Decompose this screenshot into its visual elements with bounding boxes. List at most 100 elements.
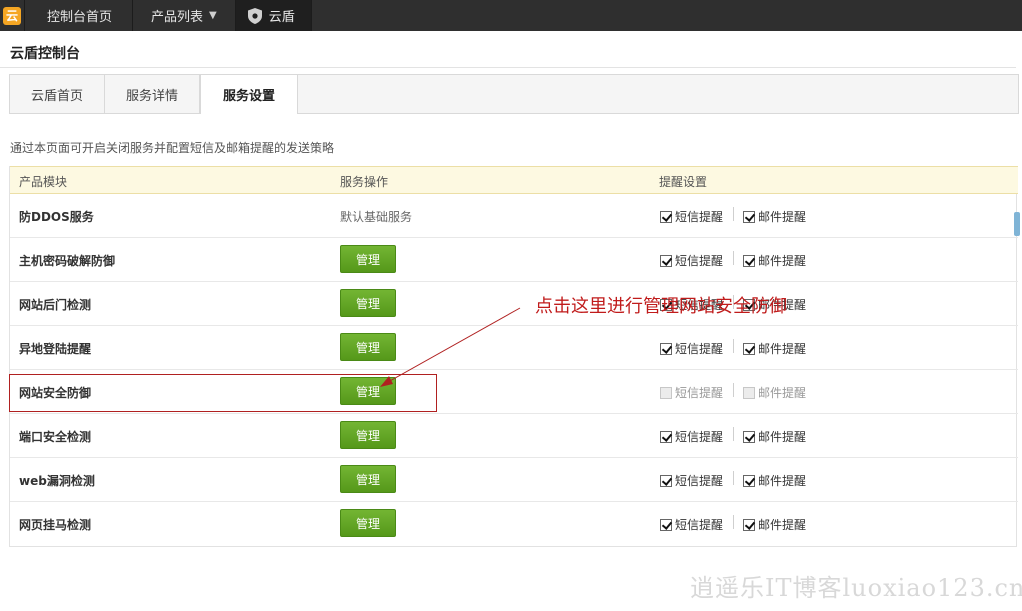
email-reminder-label: 邮件提醒 [758, 474, 807, 488]
divider [733, 251, 734, 265]
sms-reminder-checkbox[interactable]: 短信提醒 [660, 340, 723, 357]
header-service-operation: 服务操作 [340, 175, 389, 189]
tab-service-settings-label: 服务设置 [222, 89, 275, 104]
email-reminder-checkbox[interactable]: 邮件提醒 [743, 208, 806, 225]
divider [733, 207, 734, 221]
checkbox-checked-icon [743, 210, 755, 223]
row-product-name: 防DDOS服务 [19, 210, 94, 224]
email-reminder-checkbox[interactable]: 邮件提醒 [743, 384, 806, 401]
checkbox-checked-icon [660, 430, 672, 443]
page-description: 通过本页面可开启关闭服务并配置短信及邮箱提醒的发送策略 [10, 141, 335, 155]
checkbox-checked-icon [743, 518, 755, 531]
manage-button[interactable]: 管理 [340, 289, 396, 317]
divider [733, 471, 734, 485]
tab-service-details-label: 服务详情 [125, 88, 178, 104]
email-reminder-label: 邮件提醒 [758, 386, 807, 400]
email-reminder-checkbox[interactable]: 邮件提醒 [743, 252, 806, 269]
email-reminder-checkbox[interactable]: 邮件提醒 [743, 516, 806, 533]
nav-yundun-label: 云盾 [268, 10, 295, 25]
header-reminder-settings: 提醒设置 [659, 175, 708, 189]
manage-button[interactable]: 管理 [340, 333, 396, 361]
header-product-module: 产品模块 [19, 175, 68, 189]
row-default-service: 默认基础服务 [340, 210, 413, 224]
sms-reminder-checkbox[interactable]: 短信提醒 [660, 472, 723, 489]
table-header: 产品模块 服务操作 提醒设置 [10, 166, 1018, 194]
table-row: 端口安全检测 管理 短信提醒 邮件提醒 [10, 414, 1018, 458]
nav-console-home-label: 控制台首页 [47, 10, 113, 25]
scroll-indicator[interactable] [1014, 212, 1020, 236]
table-row: web漏洞检测 管理 短信提醒 邮件提醒 [10, 458, 1018, 502]
checkbox-checked-icon [660, 474, 672, 487]
email-reminder-label: 邮件提醒 [758, 518, 807, 532]
tab-bar: 云盾首页 服务详情 服务设置 [9, 74, 1019, 114]
sms-reminder-checkbox[interactable]: 短信提醒 [660, 252, 723, 269]
email-reminder-checkbox[interactable]: 邮件提醒 [743, 472, 806, 489]
row-product-name: 网页挂马检测 [19, 518, 92, 532]
row-product-name: 主机密码破解防御 [19, 254, 116, 268]
sms-reminder-label: 短信提醒 [675, 210, 724, 224]
row-product-name: 网站后门检测 [19, 298, 92, 312]
row-product-name: 端口安全检测 [19, 430, 92, 444]
checkbox-disabled-icon [743, 386, 755, 399]
checkbox-checked-icon [660, 518, 672, 531]
sms-reminder-checkbox[interactable]: 短信提醒 [660, 208, 723, 225]
sms-reminder-label: 短信提醒 [675, 342, 724, 356]
email-reminder-label: 邮件提醒 [758, 342, 807, 356]
sms-reminder-label: 短信提醒 [675, 474, 724, 488]
table-row: 网页挂马检测 管理 短信提醒 邮件提醒 [10, 502, 1018, 546]
watermark: 逍遥乐IT博客luoxiao123.cn [690, 574, 1022, 602]
email-reminder-label: 邮件提醒 [758, 430, 807, 444]
top-nav-bar: 云 控制台首页 产品列表 ▼ 云盾 [0, 0, 1022, 31]
sms-reminder-label: 短信提醒 [675, 518, 724, 532]
table-row: 防DDOS服务 默认基础服务 短信提醒 邮件提醒 [10, 194, 1018, 238]
console-logo[interactable]: 云 [0, 0, 25, 31]
nav-product-list-label: 产品列表 [151, 10, 204, 25]
shield-icon [247, 7, 262, 24]
nav-product-list[interactable]: 产品列表 ▼ [133, 0, 236, 31]
chevron-down-icon: ▼ [209, 10, 217, 21]
table-row: 异地登陆提醒 管理 短信提醒 邮件提醒 [10, 326, 1018, 370]
checkbox-checked-icon [660, 342, 672, 355]
row-product-name: web漏洞检测 [19, 474, 95, 488]
tab-service-details[interactable]: 服务详情 [105, 75, 200, 113]
divider [733, 427, 734, 441]
tab-yundun-home[interactable]: 云盾首页 [10, 75, 105, 113]
annotation-text: 点击这里进行管理网站安全防御 [535, 296, 787, 317]
sms-reminder-checkbox[interactable]: 短信提醒 [660, 384, 723, 401]
manage-button[interactable]: 管理 [340, 421, 396, 449]
tab-yundun-home-label: 云盾首页 [30, 88, 83, 104]
email-reminder-checkbox[interactable]: 邮件提醒 [743, 428, 806, 445]
sms-reminder-label: 短信提醒 [675, 386, 724, 400]
email-reminder-label: 邮件提醒 [758, 254, 807, 268]
table-row: 主机密码破解防御 管理 短信提醒 邮件提醒 [10, 238, 1018, 282]
checkbox-checked-icon [743, 474, 755, 487]
table-row: 网站后门检测 管理 短信提醒 邮件提醒 [10, 282, 1018, 326]
sms-reminder-checkbox[interactable]: 短信提醒 [660, 516, 723, 533]
sms-reminder-checkbox[interactable]: 短信提醒 [660, 428, 723, 445]
tab-service-settings[interactable]: 服务设置 [200, 74, 298, 114]
checkbox-checked-icon [743, 430, 755, 443]
title-divider [0, 67, 1016, 68]
divider [733, 515, 734, 529]
divider [733, 339, 734, 353]
divider [733, 383, 734, 397]
row-product-name: 异地登陆提醒 [19, 342, 92, 356]
checkbox-checked-icon [743, 342, 755, 355]
manage-button[interactable]: 管理 [340, 245, 396, 273]
nav-yundun[interactable]: 云盾 [235, 0, 312, 31]
email-reminder-checkbox[interactable]: 邮件提醒 [743, 340, 806, 357]
service-settings-table: 产品模块 服务操作 提醒设置 防DDOS服务 默认基础服务 短信提醒 邮件提醒 … [9, 166, 1018, 547]
email-reminder-label: 邮件提醒 [758, 210, 807, 224]
sms-reminder-label: 短信提醒 [675, 430, 724, 444]
checkbox-checked-icon [660, 254, 672, 267]
manage-button[interactable]: 管理 [340, 465, 396, 493]
sms-reminder-label: 短信提醒 [675, 254, 724, 268]
checkbox-checked-icon [743, 254, 755, 267]
annotation-highlight-box [9, 374, 437, 412]
checkbox-disabled-icon [660, 386, 672, 399]
logo-icon: 云 [3, 6, 21, 25]
page-title: 云盾控制台 [10, 46, 80, 62]
manage-button[interactable]: 管理 [340, 509, 396, 537]
nav-console-home[interactable]: 控制台首页 [25, 0, 134, 31]
checkbox-checked-icon [660, 210, 672, 223]
